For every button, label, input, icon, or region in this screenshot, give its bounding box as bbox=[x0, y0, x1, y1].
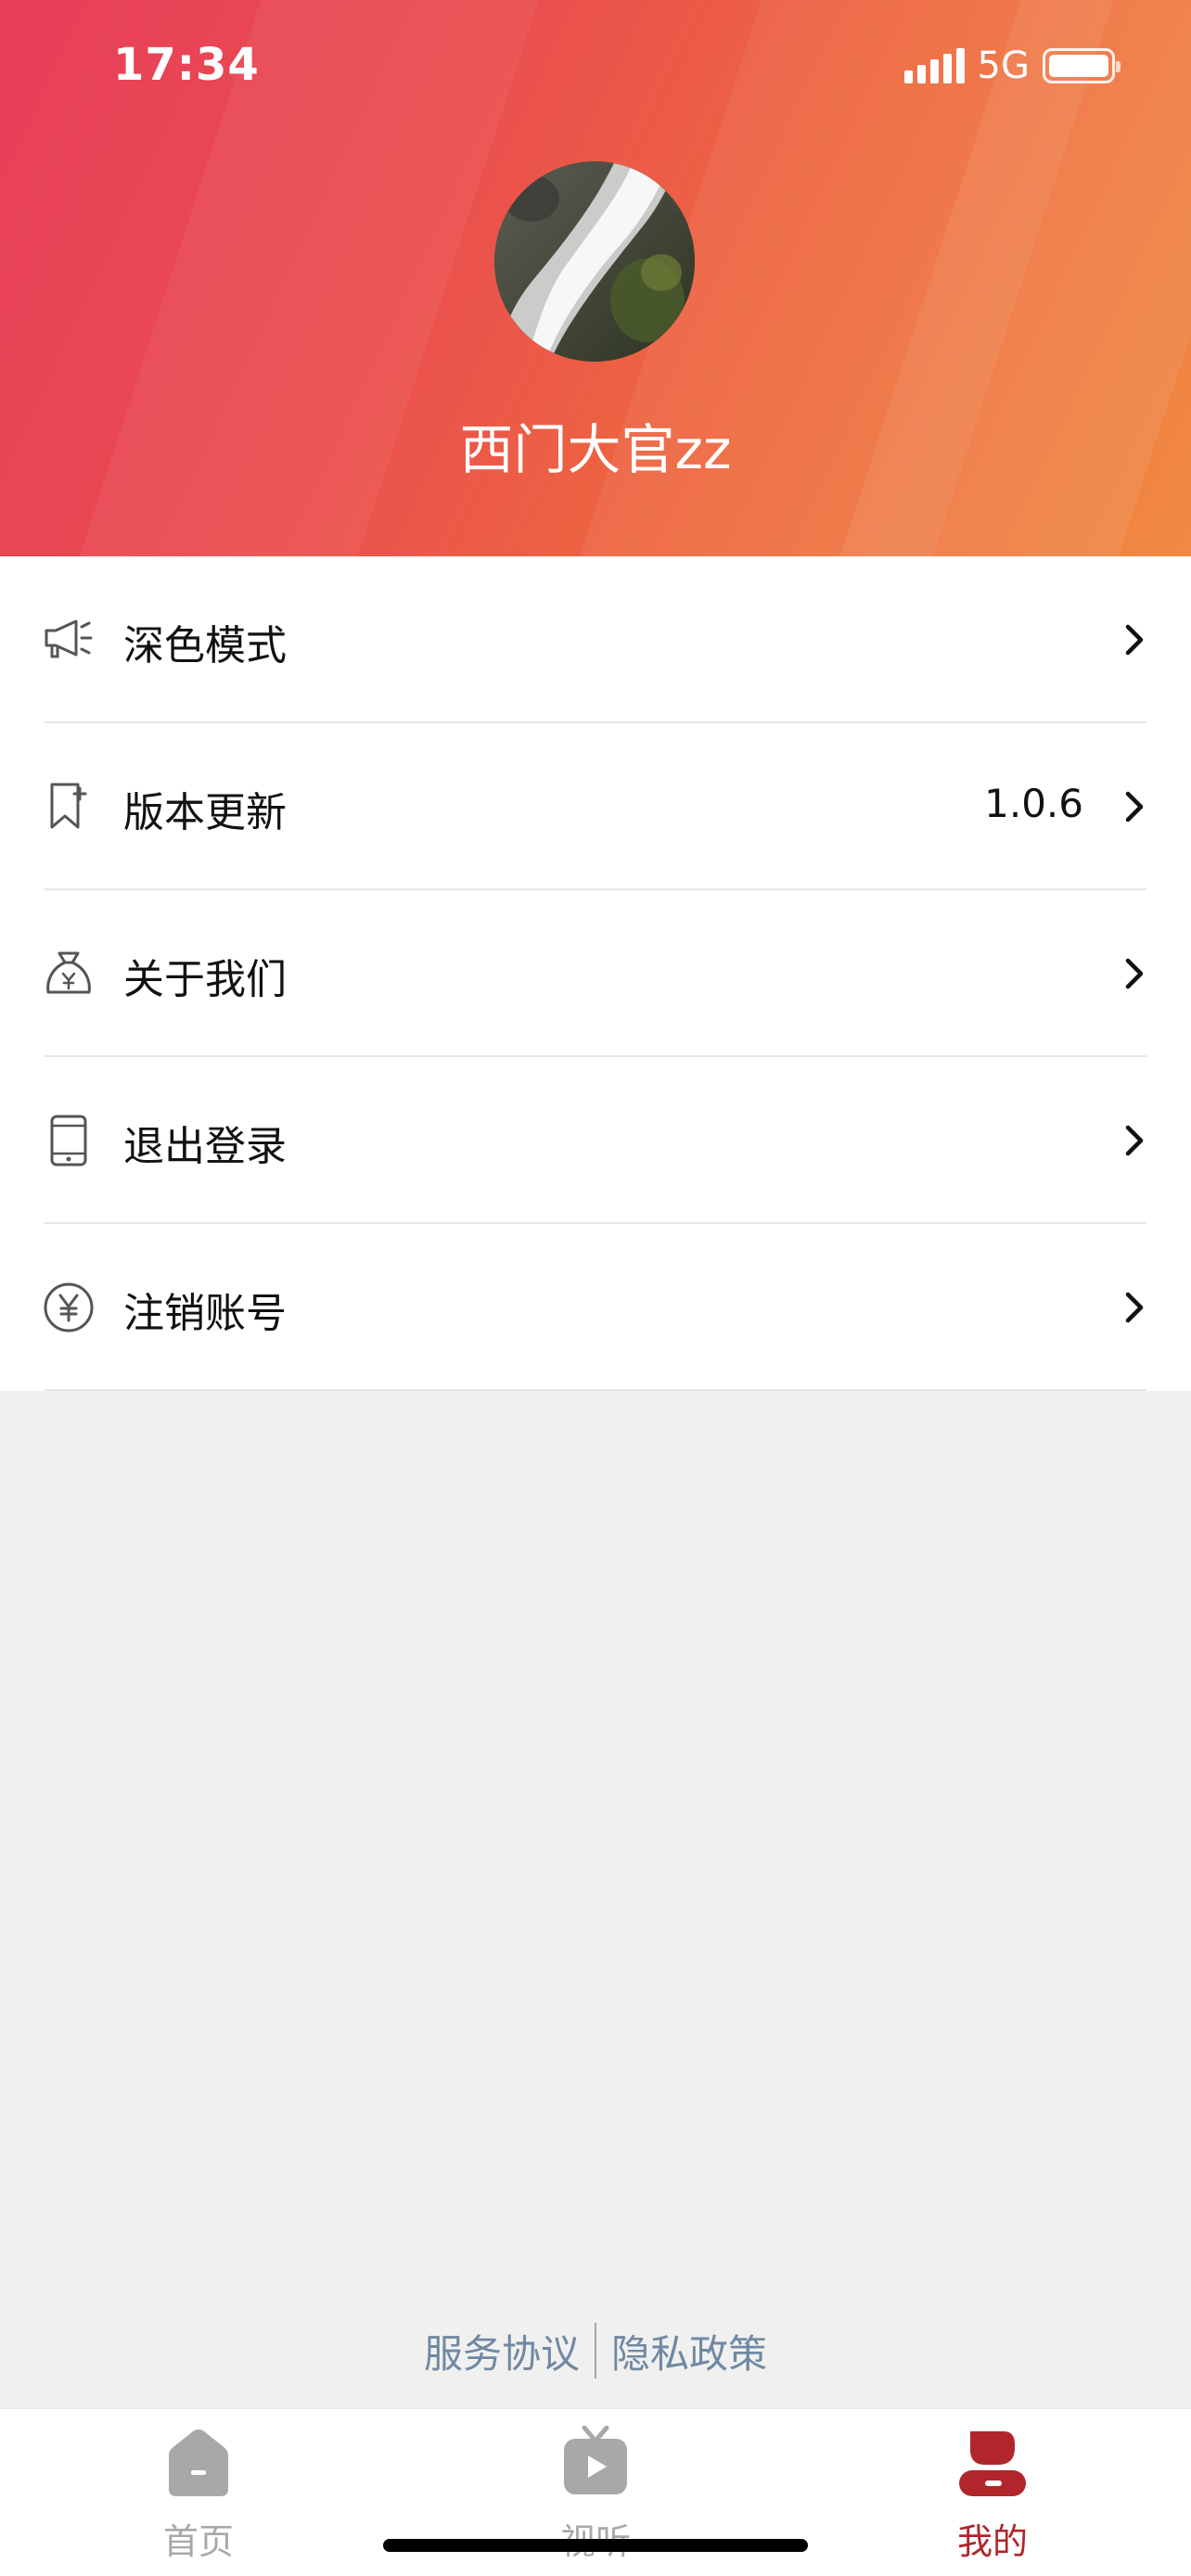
signal-icon bbox=[903, 48, 965, 83]
megaphone-icon bbox=[45, 619, 93, 658]
home-indicator[interactable] bbox=[383, 2539, 808, 2552]
profile-header: 17:34 5G 西门大官zz bbox=[0, 0, 1191, 556]
link-separator bbox=[595, 2323, 596, 2378]
menu-item-label: 关于我们 bbox=[123, 956, 287, 1003]
tab-label: 首页 bbox=[162, 2521, 234, 2562]
money-bag-icon bbox=[46, 951, 91, 994]
chevron-right-icon bbox=[1125, 958, 1144, 989]
privacy-policy-link[interactable]: 隐私政策 bbox=[611, 2323, 767, 2379]
chevron-right-icon bbox=[1125, 791, 1144, 823]
menu-item-logout[interactable]: 退出登录 bbox=[0, 1057, 1191, 1224]
chevron-right-icon bbox=[1125, 624, 1144, 656]
menu-item-about-us[interactable]: 关于我们 bbox=[0, 890, 1191, 1057]
menu-item-label: 版本更新 bbox=[123, 789, 287, 836]
terms-of-service-link[interactable]: 服务协议 bbox=[424, 2323, 580, 2379]
status-indicators: 5G bbox=[903, 45, 1121, 87]
yen-circle-icon bbox=[44, 1282, 94, 1333]
chevron-right-icon bbox=[1125, 1292, 1144, 1323]
divider bbox=[45, 1389, 1146, 1391]
tv-play-icon bbox=[564, 2426, 627, 2494]
bookmark-plus-icon bbox=[50, 783, 87, 829]
home-icon bbox=[169, 2429, 228, 2496]
battery-icon bbox=[1043, 48, 1121, 83]
menu-item-label: 深色模式 bbox=[123, 622, 287, 670]
menu-item-delete-account[interactable]: 注销账号 bbox=[0, 1224, 1191, 1391]
tab-label: 我的 bbox=[956, 2521, 1028, 2562]
menu-item-label: 退出登录 bbox=[123, 1123, 287, 1170]
menu-item-version-update[interactable]: 版本更新 1.0.6 bbox=[0, 723, 1191, 890]
avatar[interactable] bbox=[494, 161, 695, 362]
phone-icon bbox=[50, 1115, 87, 1167]
username: 西门大官zz bbox=[459, 418, 732, 481]
menu-item-label: 注销账号 bbox=[123, 1290, 287, 1337]
tab-mine[interactable]: 我的 bbox=[794, 2409, 1191, 2576]
tab-home[interactable]: 首页 bbox=[0, 2409, 397, 2576]
avatar-photo-icon bbox=[494, 161, 695, 362]
legal-links: 服务协议 隐私政策 bbox=[0, 2318, 1191, 2383]
version-number: 1.0.6 bbox=[984, 781, 1083, 826]
status-bar: 17:34 5G bbox=[0, 0, 1191, 130]
network-label: 5G bbox=[977, 45, 1030, 87]
chevron-right-icon bbox=[1125, 1125, 1144, 1156]
settings-menu: 深色模式 版本更新 1.0.6 关于我们 退出登录 注销账号 bbox=[0, 556, 1191, 1391]
profile-icon bbox=[959, 2431, 1026, 2496]
status-time: 17:34 bbox=[113, 39, 260, 91]
menu-item-dark-mode[interactable]: 深色模式 bbox=[0, 556, 1191, 723]
